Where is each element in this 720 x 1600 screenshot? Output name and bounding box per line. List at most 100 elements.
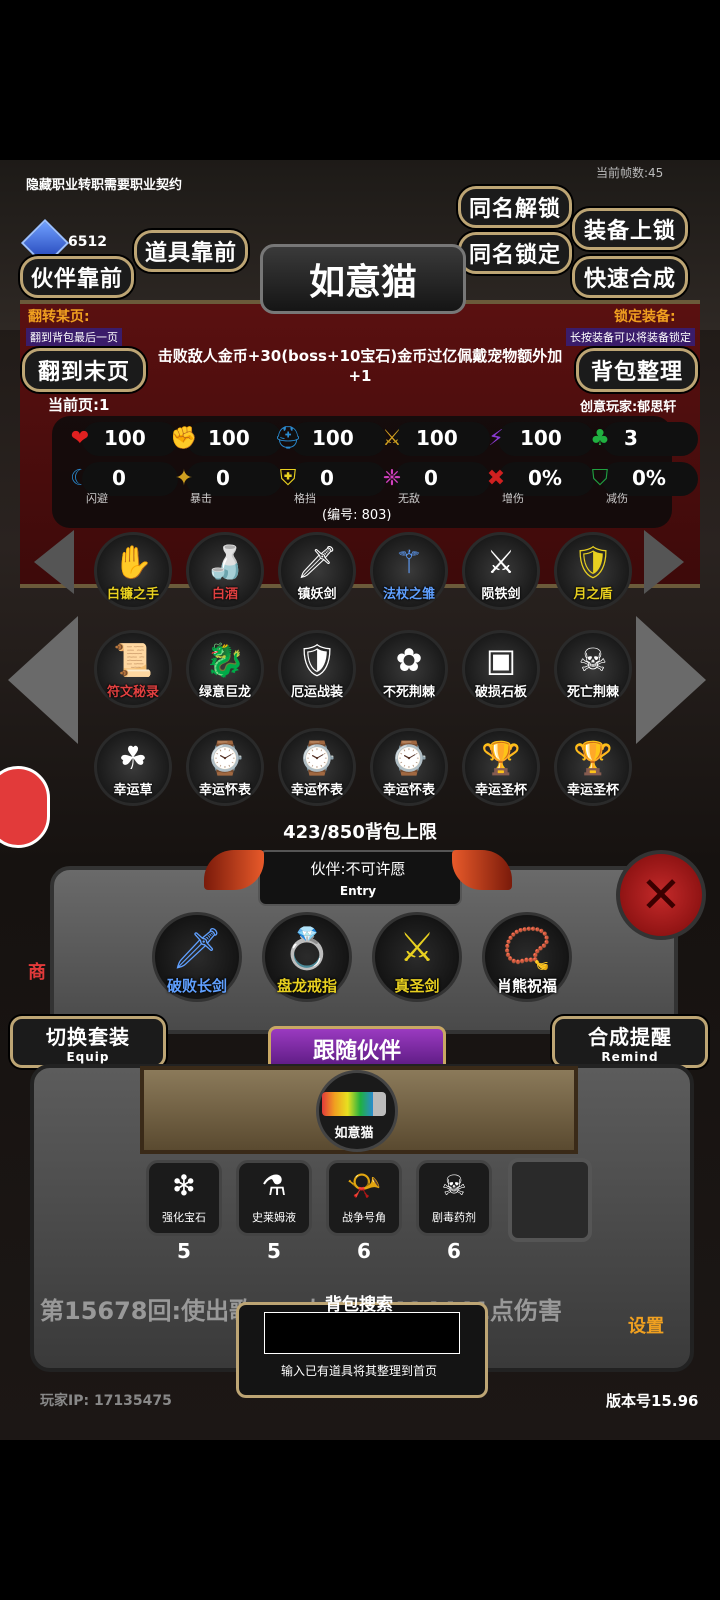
inventory-item[interactable]: ⌚ 幸运怀表 <box>278 728 356 806</box>
strength-icon: ✊ <box>170 425 198 451</box>
equipped-item[interactable]: 📿 肖熊祝福 <box>482 912 572 1002</box>
helmet-icon: ⛑ <box>274 425 302 451</box>
nyan-cat-icon <box>322 1092 386 1116</box>
item-label: 破损石板 <box>474 685 527 700</box>
creator-label: 创意玩家:郁思轩 <box>580 400 677 415</box>
consumable-item[interactable]: ❇ 强化宝石 5 <box>146 1160 222 1263</box>
equipped-label: 肖熊祝福 <box>496 977 557 995</box>
item-icon: 🛡 <box>296 641 338 679</box>
entry-title: 伙伴:不可许愿 <box>310 860 406 878</box>
bag-sort-button[interactable]: 背包整理 <box>576 348 698 392</box>
inventory-item[interactable]: ⌚ 幸运怀表 <box>370 728 448 806</box>
consumable-label: 史莱姆液 <box>252 1211 296 1224</box>
go-last-page-button[interactable]: 翻到末页 <box>22 348 146 392</box>
bag-capacity: 423/850背包上限 <box>283 822 437 843</box>
prev-page-arrow-icon[interactable] <box>8 616 78 744</box>
switch-set-sub: Equip <box>66 1049 110 1064</box>
search-input[interactable] <box>264 1312 460 1354</box>
version-label: 版本号15.96 <box>606 1392 699 1410</box>
synthesis-remind-button[interactable]: 合成提醒 Remind <box>552 1016 708 1068</box>
item-icon: ⚚ <box>394 543 424 581</box>
sword-icon: ⚔ <box>382 425 402 451</box>
item-label: 陨铁剑 <box>481 587 521 602</box>
next-page-arrow-icon[interactable] <box>636 616 706 744</box>
inventory-item[interactable]: 🛡 厄运战装 <box>278 630 356 708</box>
item-label: 符文秘录 <box>106 685 159 700</box>
item-label: 幸运怀表 <box>382 783 435 798</box>
inventory-item[interactable]: ✋ 白镰之手 <box>94 532 172 610</box>
item-label: 白镰之手 <box>106 587 159 602</box>
stat-label: 增伤 <box>502 492 524 505</box>
item-icon: 📜 <box>113 641 153 679</box>
same-name-lock-button[interactable]: 同名锁定 <box>458 232 572 274</box>
equipped-label: 破败长剑 <box>166 977 227 995</box>
item-icon: 🍶 <box>205 543 245 581</box>
consumable-item[interactable]: 📯 战争号角 6 <box>326 1160 402 1263</box>
consumable-label: 战争号角 <box>342 1211 386 1224</box>
inventory-item[interactable]: ▣ 破损石板 <box>462 630 540 708</box>
stat-value: 100 <box>520 426 562 450</box>
item-icon: ⌚ <box>297 739 337 777</box>
equipped-item[interactable]: ⚔ 真圣剑 <box>372 912 462 1002</box>
lightning-icon: ⚡ <box>488 425 504 451</box>
consumable-icon: ⚗ <box>261 1169 287 1202</box>
inventory-item[interactable]: ☘ 幸运草 <box>94 728 172 806</box>
lock-equip-desc: 长按装备可以将装备锁定 <box>566 328 695 346</box>
inventory-item[interactable]: 🐉 绿意巨龙 <box>186 630 264 708</box>
inventory-item[interactable]: 🗡 镇妖剑 <box>278 532 356 610</box>
same-name-unlock-button[interactable]: 同名解锁 <box>458 186 572 228</box>
item-icon: ☘ <box>118 739 148 777</box>
inventory-item[interactable]: ☠ 死亡荆棘 <box>554 630 632 708</box>
fps-counter: 当前帧数:45 <box>596 166 664 180</box>
stat-value: 100 <box>416 426 458 450</box>
inventory-item[interactable]: 🏆 幸运圣杯 <box>462 728 540 806</box>
item-icon: ⚔ <box>486 543 516 581</box>
consumable-item[interactable]: ☠ 剧毒药剂 6 <box>416 1160 492 1263</box>
profile-bubble-icon[interactable] <box>0 766 50 848</box>
shop-side-label[interactable]: 商 <box>28 958 46 984</box>
item-label: 月之盾 <box>573 587 613 602</box>
equipped-item[interactable]: 🗡 破败长剑 <box>152 912 242 1002</box>
game-screen: 隐藏职业转职需要职业契约 当前帧数:45 6512 同名解锁 装备上锁 道具靠前… <box>0 160 720 1440</box>
item-icon: 🏆 <box>573 739 613 777</box>
inventory-item[interactable]: ⌚ 幸运怀表 <box>186 728 264 806</box>
next-small-arrow-icon[interactable] <box>644 530 684 594</box>
inventory-item[interactable]: 📜 符文秘录 <box>94 630 172 708</box>
stat-label: 格挡 <box>294 492 316 505</box>
consumable-item[interactable]: ⚗ 史莱姆液 5 <box>236 1160 312 1263</box>
player-ip: 玩家IP: 17135475 <box>40 1393 172 1409</box>
inventory-item[interactable]: 🏆 幸运圣杯 <box>554 728 632 806</box>
inventory-item[interactable]: 🍶 白酒 <box>186 532 264 610</box>
equipped-item[interactable]: 💍 盘龙戒指 <box>262 912 352 1002</box>
item-label: 死亡荆棘 <box>566 685 619 700</box>
stat-label: 闪避 <box>86 492 108 505</box>
item-icon: ⌚ <box>389 739 429 777</box>
partner-front-button[interactable]: 伙伴靠前 <box>20 256 134 298</box>
prev-small-arrow-icon[interactable] <box>34 530 74 594</box>
equip-lock-button[interactable]: 装备上锁 <box>572 208 688 250</box>
quick-synthesis-button[interactable]: 快速合成 <box>572 256 688 298</box>
item-icon: 🏆 <box>481 739 521 777</box>
close-icon[interactable]: ✕ <box>616 850 706 940</box>
bonus-text: 击败敌人金币+30(boss+10宝石)金币过亿佩戴宠物额外加+1 <box>157 347 563 385</box>
stat-value: 100 <box>208 426 250 450</box>
switch-set-button[interactable]: 切换套装 Equip <box>10 1016 166 1068</box>
current-page: 当前页:1 <box>48 396 110 414</box>
inventory-item[interactable]: ⚚ 法杖之雏 <box>370 532 448 610</box>
consumable-icon: 📯 <box>346 1169 382 1202</box>
stat-value: 0% <box>528 466 562 490</box>
serial-number: (编号: 803) <box>322 508 392 523</box>
settings-button[interactable]: 设置 <box>628 1312 664 1338</box>
inventory-item[interactable]: ⚔ 陨铁剑 <box>462 532 540 610</box>
consumable-label: 剧毒药剂 <box>432 1211 476 1224</box>
inventory-item[interactable]: ✿ 不死荆棘 <box>370 630 448 708</box>
stat-value: 100 <box>104 426 146 450</box>
heart-icon: ❤ <box>70 425 90 451</box>
inventory-item[interactable]: 🛡 月之盾 <box>554 532 632 610</box>
item-icon: ▣ <box>485 641 517 679</box>
lock-equip-title: 锁定装备: <box>614 309 676 325</box>
stat-value: 0 <box>424 466 438 490</box>
gem-count: 6512 <box>68 234 107 250</box>
empty-slot[interactable] <box>508 1158 592 1242</box>
item-front-button[interactable]: 道具靠前 <box>134 230 248 272</box>
